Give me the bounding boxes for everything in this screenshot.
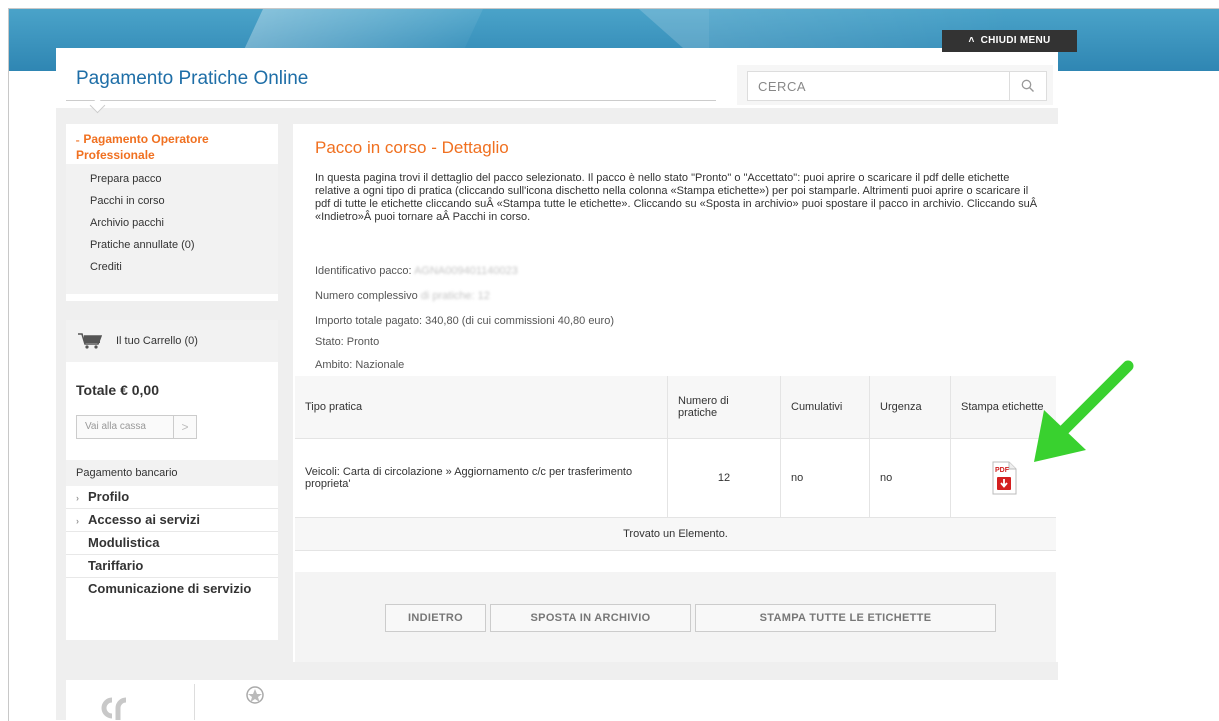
chevron-right-icon: › xyxy=(76,493,79,503)
search-area xyxy=(737,65,1053,105)
emblem-icon xyxy=(246,686,264,704)
table-header-row: Tipo pratica Numero di pratiche Cumulati… xyxy=(295,376,1056,439)
bank-payment-label: Pagamento bancario xyxy=(66,460,278,486)
cart-total: Totale € 0,00 xyxy=(76,382,160,398)
col-header-numero: Numero di pratiche xyxy=(667,376,781,439)
nav-item-tariffario[interactable]: Tariffario xyxy=(66,555,278,578)
nav-item-profilo[interactable]: › Profilo xyxy=(66,486,278,509)
sidebar-item-prepara-pacco[interactable]: Prepara pacco xyxy=(66,168,278,190)
chevron-right-icon: > xyxy=(173,416,196,438)
sidebar-section-title[interactable]: ˗ Pagamento Operatore Professionale xyxy=(66,124,278,164)
sidebar-menu: ˗ Pagamento Operatore Professionale Prepa… xyxy=(66,124,278,301)
practices-table: Tipo pratica Numero di pratiche Cumulati… xyxy=(295,376,1056,551)
col-header-cumulativi: Cumulativi xyxy=(780,376,870,439)
table-row: Veicoli: Carta di circolazione » Aggiorn… xyxy=(295,438,1056,518)
sidebar-submenu: Prepara pacco Pacchi in corso Archivio p… xyxy=(66,164,278,294)
pdf-download-icon[interactable]: PDF xyxy=(990,461,1018,495)
green-arrow xyxy=(1034,360,1134,462)
chevron-up-icon: ˄ xyxy=(968,35,975,46)
found-count: Trovato un Elemento. xyxy=(295,517,1056,551)
print-all-button[interactable]: STAMPA TUTTE LE ETICHETTE xyxy=(695,604,996,632)
sidebar-item-crediti[interactable]: Crediti xyxy=(66,256,278,278)
action-bar: INDIETRO SPOSTA IN ARCHIVIO STAMPA TUTTE… xyxy=(295,572,1056,662)
site-title[interactable]: Pagamento Pratiche Online xyxy=(76,68,308,90)
sidebar-item-pratiche-annullate[interactable]: Pratiche annullate (0) xyxy=(66,234,278,256)
cart-icon xyxy=(78,333,102,349)
cell-numero: 12 xyxy=(667,438,781,518)
col-header-tipo: Tipo pratica xyxy=(295,376,668,439)
table-footer-row: Trovato un Elemento. xyxy=(295,517,1056,551)
intro-text: In questa pagina trovi il dettaglio del … xyxy=(315,172,1038,223)
main-content: Pacco in corso - Dettaglio In questa pag… xyxy=(293,124,1058,662)
archive-button[interactable]: SPOSTA IN ARCHIVIO xyxy=(490,604,691,632)
col-header-urgenza: Urgenza xyxy=(869,376,951,439)
package-id: Identificativo pacco: AGNA009401140023 xyxy=(315,265,518,277)
checkout-label: Vai alla cassa xyxy=(85,421,146,432)
cart-panel: Il tuo Carrello (0) Totale € 0,00 Vai al… xyxy=(66,320,278,468)
nav-item-accesso-servizi[interactable]: › Accesso ai servizi xyxy=(66,509,278,532)
sidebar-item-pacchi-in-corso[interactable]: Pacchi in corso xyxy=(66,190,278,212)
search-box xyxy=(747,71,1047,101)
back-button[interactable]: INDIETRO xyxy=(385,604,486,632)
sidebar-item-archivio-pacchi[interactable]: Archivio pacchi xyxy=(66,212,278,234)
cart-header[interactable]: Il tuo Carrello (0) xyxy=(66,320,278,362)
site-header: Pagamento Pratiche Online xyxy=(56,48,1058,114)
chevron-right-icon: › xyxy=(76,516,79,526)
nav-item-modulistica[interactable]: Modulistica xyxy=(66,532,278,555)
close-menu-button[interactable]: ˄ CHIUDI MENU xyxy=(942,30,1077,52)
package-amount: Importo totale pagato: 340,80 (di cui co… xyxy=(315,315,614,327)
cell-cumulativi: no xyxy=(780,438,870,518)
package-state: Stato: Pronto xyxy=(315,336,380,348)
sidebar-nav: Pagamento bancario › Profilo › Accesso ai … xyxy=(66,460,278,640)
package-count-value: di pratiche: 12 xyxy=(420,290,490,302)
package-count: Numero complessivo di pratiche: 12 xyxy=(315,290,490,302)
footer xyxy=(66,680,1058,720)
checkout-button[interactable]: Vai alla cassa > xyxy=(76,415,197,439)
cart-label: Il tuo Carrello (0) xyxy=(116,335,198,347)
page-title: Pacco in corso - Dettaglio xyxy=(315,138,509,157)
cell-tipo: Veicoli: Carta di circolazione » Aggiorn… xyxy=(295,438,668,518)
search-input[interactable] xyxy=(748,72,1008,100)
collapse-icon: ˗ xyxy=(76,135,80,146)
search-button[interactable] xyxy=(1009,72,1046,100)
package-scope: Ambito: Nazionale xyxy=(315,359,405,371)
nav-item-comunicazione[interactable]: Comunicazione di servizio xyxy=(66,578,278,600)
search-icon xyxy=(1021,79,1034,92)
cell-urgenza: no xyxy=(869,438,951,518)
cf-logo-icon xyxy=(101,697,127,720)
package-id-value: AGNA009401140023 xyxy=(414,265,518,277)
svg-text:PDF: PDF xyxy=(995,467,1010,474)
